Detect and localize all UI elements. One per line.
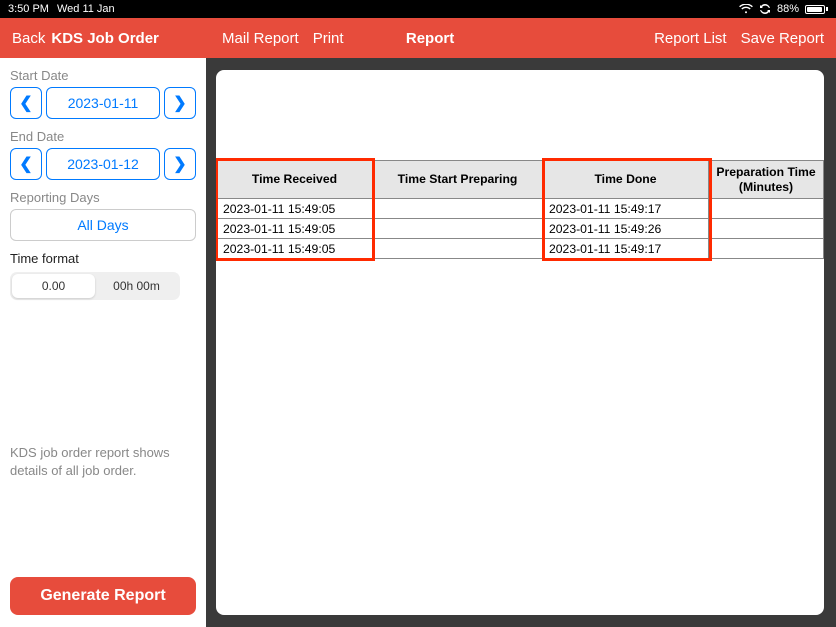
start-date-prev-button[interactable]: ❮ [10,87,42,119]
print-button[interactable]: Print [313,30,344,47]
save-report-button[interactable]: Save Report [741,30,824,47]
time-format-segmented[interactable]: 0.00 00h 00m [10,272,180,300]
statusbar-battery-pct: 88% [777,3,799,15]
sidebar: Start Date ❮ 2023-01-11 ❯ End Date ❮ 202… [0,58,206,627]
table-header-row: Time Received Time Start Preparing Time … [217,161,824,199]
start-date-next-button[interactable]: ❯ [164,87,196,119]
cell-received: 2023-01-11 15:49:05 [217,199,373,219]
generate-report-button[interactable]: Generate Report [10,577,196,615]
end-date-prev-button[interactable]: ❮ [10,148,42,180]
report-preview: Time Received Time Start Preparing Time … [216,70,824,615]
cell-done: 2023-01-11 15:49:17 [543,199,709,219]
reporting-days-button[interactable]: All Days [10,209,196,241]
reporting-days-label: Reporting Days [10,190,196,205]
cell-start [373,219,543,239]
wifi-icon [739,4,753,14]
end-date-next-button[interactable]: ❯ [164,148,196,180]
back-button[interactable]: Back [12,30,45,47]
time-format-label: Time format [10,251,196,266]
mail-report-button[interactable]: Mail Report [222,30,299,47]
col-time-done: Time Done [543,161,709,199]
report-table: Time Received Time Start Preparing Time … [216,160,824,259]
start-date-button[interactable]: 2023-01-11 [46,87,160,119]
sync-icon [759,3,771,15]
start-date-label: Start Date [10,68,196,83]
statusbar-time: 3:50 PM [8,3,49,15]
table-row: 2023-01-11 15:49:05 2023-01-11 15:49:17 [217,199,824,219]
cell-done: 2023-01-11 15:49:26 [543,219,709,239]
page-title: Report [406,30,454,47]
statusbar-date: Wed 11 Jan [57,3,115,15]
end-date-button[interactable]: 2023-01-12 [46,148,160,180]
table-row: 2023-01-11 15:49:05 2023-01-11 15:49:26 [217,219,824,239]
cell-done: 2023-01-11 15:49:17 [543,239,709,259]
cell-start [373,239,543,259]
col-time-start-preparing: Time Start Preparing [373,161,543,199]
col-preparation-time: Preparation Time (Minutes) [709,161,824,199]
toolbar: Back KDS Job Order Mail Report Print Rep… [0,18,836,58]
battery-icon [805,5,828,14]
chevron-right-icon: ❯ [173,154,186,174]
screen-title: KDS Job Order [51,30,159,47]
sidebar-description: KDS job order report shows details of al… [10,444,196,480]
table-row: 2023-01-11 15:49:05 2023-01-11 15:49:17 [217,239,824,259]
chevron-right-icon: ❯ [173,93,186,113]
chevron-left-icon: ❮ [19,154,32,174]
cell-prep [709,199,824,219]
col-time-received: Time Received [217,161,373,199]
time-format-hm-option[interactable]: 00h 00m [95,274,178,298]
cell-received: 2023-01-11 15:49:05 [217,219,373,239]
cell-prep [709,219,824,239]
cell-start [373,199,543,219]
chevron-left-icon: ❮ [19,93,32,113]
cell-prep [709,239,824,259]
time-format-decimal-option[interactable]: 0.00 [12,274,95,298]
end-date-label: End Date [10,129,196,144]
cell-received: 2023-01-11 15:49:05 [217,239,373,259]
report-list-button[interactable]: Report List [654,30,727,47]
status-bar: 3:50 PM Wed 11 Jan 88% [0,0,836,18]
